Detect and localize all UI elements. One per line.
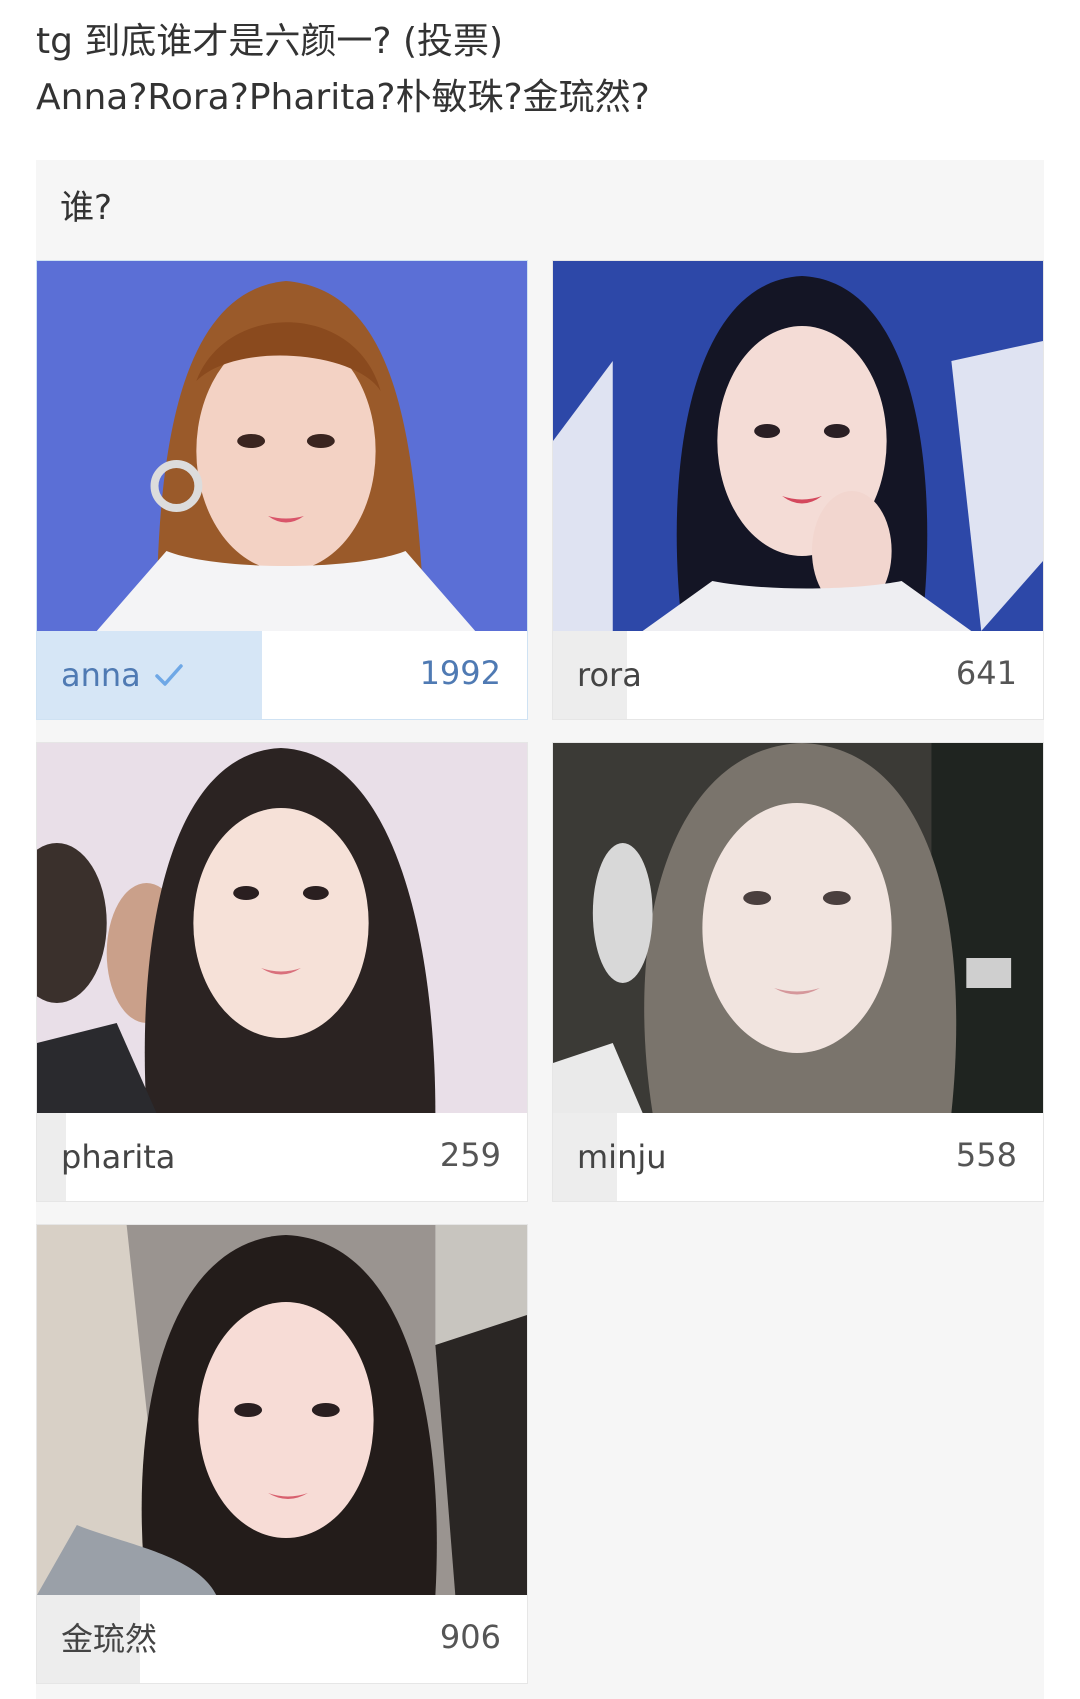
vote-count: 1992	[419, 654, 501, 692]
portrait-image	[37, 261, 527, 631]
option-name-text: pharita	[61, 1138, 176, 1176]
portrait-image	[37, 1225, 527, 1595]
poll-card: 谁? anna 1992 rora 641 pharita 259 minju …	[36, 160, 1044, 1699]
poll-option-rora[interactable]: rora 641	[552, 260, 1044, 720]
post-title: tg 到底谁才是六颜一? (投票) Anna?Rora?Pharita?朴敏珠?…	[36, 14, 1046, 126]
post-title-line-2: Anna?Rora?Pharita?朴敏珠?金琉然?	[36, 77, 650, 118]
vote-count: 259	[439, 1136, 501, 1174]
option-label: 金琉然	[61, 1617, 157, 1661]
option-photo	[37, 743, 527, 1113]
option-label: pharita	[61, 1135, 175, 1179]
poll-option-minju[interactable]: minju 558	[552, 742, 1044, 1202]
portrait-image	[553, 261, 1043, 631]
option-name-text: minju	[577, 1138, 667, 1176]
poll-option-anna[interactable]: anna 1992	[36, 260, 528, 720]
option-label: minju	[577, 1135, 667, 1179]
poll-option-jin-liu-ran[interactable]: 金琉然 906	[36, 1224, 528, 1684]
option-label: anna	[61, 653, 185, 697]
portrait-image	[553, 743, 1043, 1113]
vote-count: 641	[955, 654, 1017, 692]
option-name-text: anna	[61, 656, 141, 694]
option-name-text: 金琉然	[61, 1620, 158, 1658]
poll-option-pharita[interactable]: pharita 259	[36, 742, 528, 1202]
option-label: rora	[577, 653, 642, 697]
post-title-line-1: tg 到底谁才是六颜一? (投票)	[36, 21, 504, 62]
vote-count: 558	[955, 1136, 1017, 1174]
option-photo	[37, 1225, 527, 1595]
poll-question: 谁?	[60, 188, 113, 228]
option-photo	[553, 743, 1043, 1113]
vote-count: 906	[439, 1618, 501, 1656]
option-photo	[553, 261, 1043, 631]
checkmark-icon	[155, 664, 183, 686]
option-name-text: rora	[577, 656, 642, 694]
option-photo	[37, 261, 527, 631]
portrait-image	[37, 743, 527, 1113]
